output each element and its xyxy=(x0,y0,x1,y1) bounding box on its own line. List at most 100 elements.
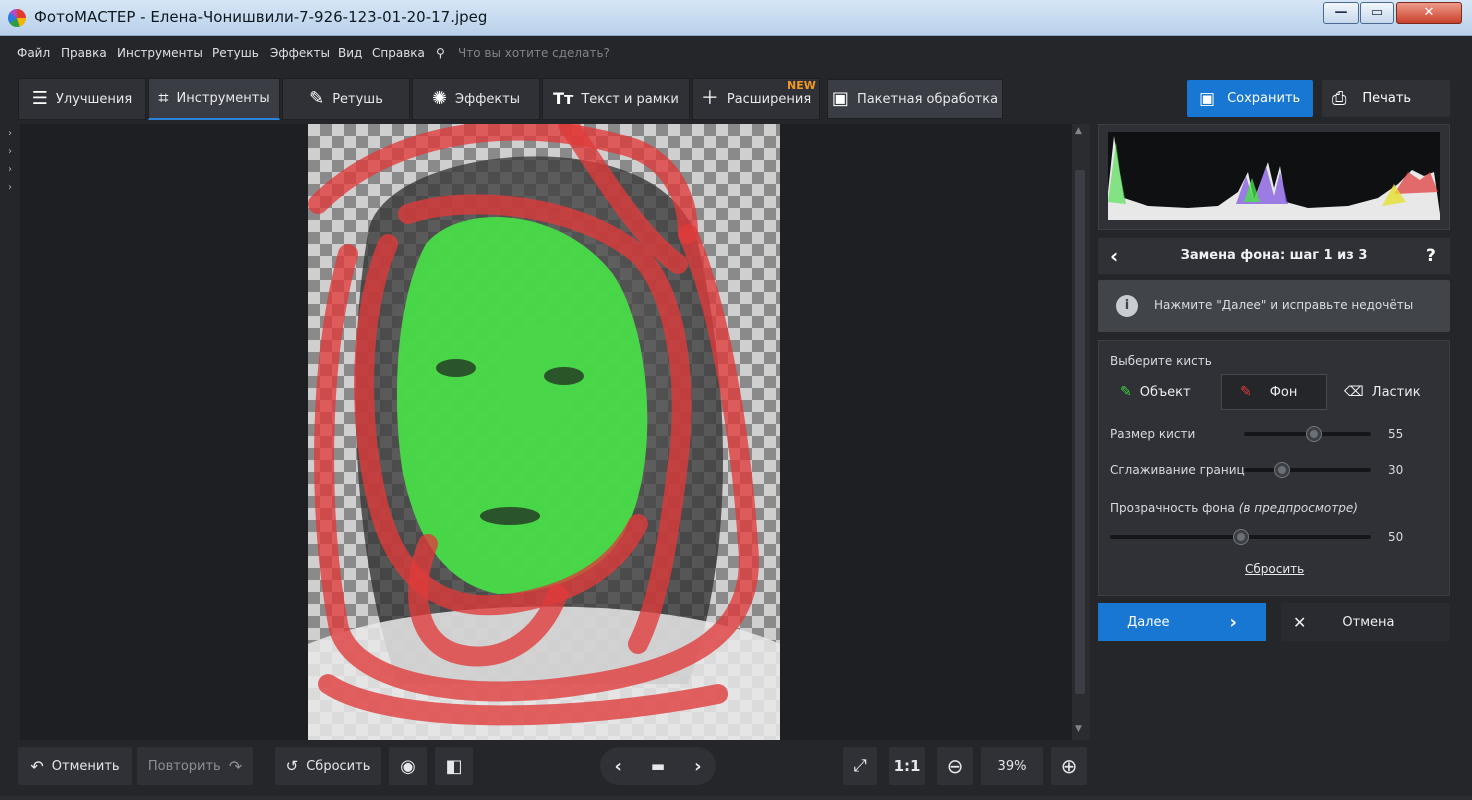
expand-chevron-icon[interactable]: › xyxy=(8,182,12,193)
next-label: Далее xyxy=(1127,614,1170,630)
tab-enhancements[interactable]: ☰ Улучшения xyxy=(18,78,146,120)
images-icon: ▣ xyxy=(831,88,849,109)
tab-text-frames[interactable]: Tт Текст и рамки xyxy=(542,78,690,120)
scroll-down-icon[interactable]: ▼ xyxy=(1075,724,1085,736)
window-title: ФотоМАСТЕР - Елена-Чонишвили-7-926-123-0… xyxy=(34,8,488,26)
cancel-button[interactable]: ✕ Отмена xyxy=(1281,603,1450,641)
canvas-vertical-scrollbar[interactable]: ▲ ▼ xyxy=(1072,124,1088,740)
redo-button[interactable]: Повторить ↷ xyxy=(137,747,253,785)
close-button[interactable]: ✕ xyxy=(1396,2,1462,24)
reset-label: Сбросить xyxy=(306,758,371,774)
menu-effects[interactable]: Эффекты xyxy=(270,46,330,60)
eraser-icon: ⌫ xyxy=(1344,384,1364,400)
magic-wand-icon: ✺ xyxy=(431,88,448,109)
reset-link[interactable]: Сбросить xyxy=(1245,562,1304,576)
crop-icon: ⌗ xyxy=(158,87,169,109)
fit-to-screen-icon[interactable]: ⤢ xyxy=(843,747,877,785)
menu-help[interactable]: Справка xyxy=(372,46,425,60)
edge-smoothing-value: 30 xyxy=(1388,463,1404,477)
menu-retouch[interactable]: Ретушь xyxy=(212,46,259,60)
zoom-in-icon[interactable]: ⊕ xyxy=(1051,747,1087,785)
menu-tools[interactable]: Инструменты xyxy=(117,46,203,60)
background-opacity-label: Прозрачность фона (в предпросмотре) xyxy=(1110,501,1358,515)
photo-canvas[interactable] xyxy=(308,124,780,740)
edge-smoothing-slider[interactable] xyxy=(1244,468,1371,472)
batch-processing-button[interactable]: ▣ Пакетная обработка xyxy=(827,79,1003,119)
opacity-label-hint: (в предпросмотре) xyxy=(1238,501,1358,515)
undo-icon: ↶ xyxy=(30,756,44,776)
plus-icon: ＋ xyxy=(700,88,719,109)
redo-icon: ↷ xyxy=(228,756,243,776)
tab-label: Эффекты xyxy=(455,91,521,107)
histogram xyxy=(1108,132,1440,220)
reset-icon: ↺ xyxy=(285,757,299,775)
edge-smoothing-thumb[interactable] xyxy=(1275,463,1290,477)
brush-section-title: Выберите кисть xyxy=(1110,354,1212,368)
histogram-graph xyxy=(1108,136,1440,220)
edge-smoothing-label: Сглаживание границ xyxy=(1110,463,1245,477)
brush-eraser-label: Ластик xyxy=(1371,384,1421,400)
background-opacity-value: 50 xyxy=(1388,530,1404,544)
tab-label: Улучшения xyxy=(55,91,133,107)
brush-object-label: Объект xyxy=(1139,384,1191,400)
brush-icon: ✎ xyxy=(309,88,325,109)
brush-eraser-option[interactable]: ⌫ Ластик xyxy=(1338,374,1438,410)
step-title: Замена фона: шаг 1 из 3 xyxy=(1180,248,1368,263)
compare-icon[interactable]: ◧ xyxy=(435,747,473,785)
expand-chevron-icon[interactable]: › xyxy=(8,128,12,139)
previous-image-icon[interactable]: ‹ xyxy=(614,756,621,777)
tab-retouch[interactable]: ✎ Ретушь xyxy=(282,78,410,120)
brush-size-value: 55 xyxy=(1388,427,1404,441)
brush-object-option[interactable]: ✎ Объект xyxy=(1110,374,1210,410)
tab-effects[interactable]: ✺ Эффекты xyxy=(412,78,540,120)
background-brush-icon: ✎ xyxy=(1240,384,1252,400)
photo-image xyxy=(308,124,780,740)
reset-button[interactable]: ↺ Сбросить xyxy=(275,747,381,785)
brush-size-thumb[interactable] xyxy=(1306,427,1321,441)
scroll-up-icon[interactable]: ▲ xyxy=(1075,126,1085,138)
sliders-icon: ☰ xyxy=(31,88,48,109)
zoom-out-icon[interactable]: ⊖ xyxy=(937,747,973,785)
chevron-right-icon: › xyxy=(1229,611,1237,633)
maximize-button[interactable]: ▭ xyxy=(1360,2,1394,24)
undo-button[interactable]: ↶ Отменить xyxy=(18,747,132,785)
print-label: Печать xyxy=(1362,91,1412,106)
tab-label: Пакетная обработка xyxy=(856,91,999,107)
next-button[interactable]: Далее › xyxy=(1098,603,1266,641)
info-icon: i xyxy=(1116,295,1138,317)
background-opacity-thumb[interactable] xyxy=(1233,530,1248,544)
menu-edit[interactable]: Правка xyxy=(61,46,107,60)
step-header: ‹ Замена фона: шаг 1 из 3 ? xyxy=(1098,238,1450,274)
tab-tools[interactable]: ⌗ Инструменты xyxy=(148,78,280,120)
folder-icon[interactable]: ▬ xyxy=(651,757,665,775)
print-button[interactable]: ⎙ Печать xyxy=(1322,80,1450,117)
redo-label: Повторить xyxy=(147,758,221,774)
menu-bar: Файл Правка Инструменты Ретушь Эффекты В… xyxy=(0,36,1472,70)
tab-label: Инструменты xyxy=(176,91,270,106)
next-image-icon[interactable]: › xyxy=(694,756,701,777)
text-icon: Tт xyxy=(553,89,574,108)
expand-chevron-icon[interactable]: › xyxy=(8,164,12,175)
minimize-button[interactable]: — xyxy=(1323,2,1359,24)
undo-label: Отменить xyxy=(51,758,120,774)
brush-background-option[interactable]: ✎ Фон xyxy=(1221,374,1327,410)
printer-icon: ⎙ xyxy=(1332,88,1347,109)
save-label: Сохранить xyxy=(1227,91,1301,106)
expand-chevron-icon[interactable]: › xyxy=(8,146,12,157)
hint-text: Нажмите "Далее" и исправьте недочёты xyxy=(1154,298,1414,312)
save-button[interactable]: ▣ Сохранить xyxy=(1187,80,1313,117)
close-icon: ✕ xyxy=(1293,612,1307,632)
menu-file[interactable]: Файл xyxy=(17,46,50,60)
eye-icon[interactable]: ◉ xyxy=(389,747,427,785)
scrollbar-thumb[interactable] xyxy=(1075,170,1085,694)
zoom-level[interactable]: 39% xyxy=(981,747,1043,785)
actual-size-button[interactable]: 1:1 xyxy=(889,747,925,785)
image-navigator: ‹ ▬ › xyxy=(600,747,716,785)
hint-box: i Нажмите "Далее" и исправьте недочёты xyxy=(1098,280,1450,332)
search-input[interactable]: Что вы хотите сделать? xyxy=(458,46,610,60)
tab-label: Расширения xyxy=(726,91,812,107)
menu-view[interactable]: Вид xyxy=(338,46,362,60)
opacity-label-text: Прозрачность фона xyxy=(1110,501,1235,515)
help-icon[interactable]: ? xyxy=(1426,246,1436,266)
object-brush-icon: ✎ xyxy=(1120,384,1132,400)
